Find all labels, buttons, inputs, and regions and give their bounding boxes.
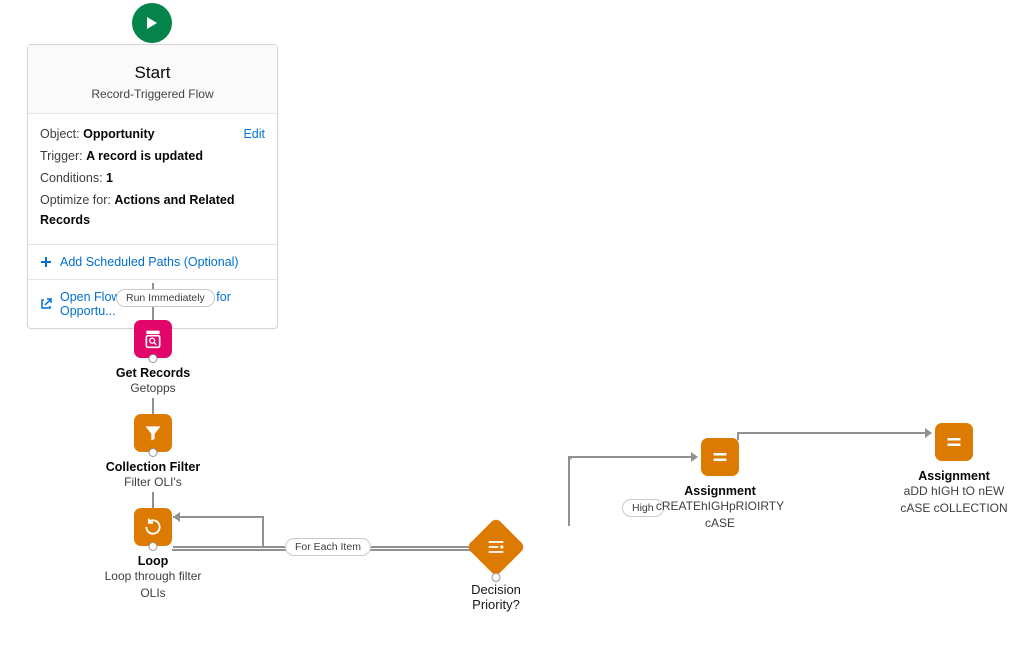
connector-getrecords-to-filter <box>152 398 154 414</box>
node-port <box>149 542 158 551</box>
decision-icon <box>486 537 506 557</box>
arrow-back-to-loop <box>173 512 180 522</box>
equals-icon <box>943 431 965 453</box>
optimize-label: Optimize for: <box>40 193 111 207</box>
decision-title: Decision <box>466 582 526 597</box>
object-label: Object: <box>40 127 80 141</box>
start-card-header: Start Record-Triggered Flow <box>28 45 277 114</box>
add-scheduled-paths-label: Add Scheduled Paths (Optional) <box>60 255 239 269</box>
assignment-2-sub1: aDD hIGH tO nEW <box>894 484 1014 500</box>
assignment-2-icon-box <box>935 423 973 461</box>
for-each-item-pill: For Each Item <box>285 538 371 556</box>
object-value: Opportunity <box>83 127 155 141</box>
collection-filter-title: Collection Filter <box>101 460 205 474</box>
connector-back-to-loop <box>173 516 263 518</box>
assignment-1-sub2: cASE <box>655 516 785 532</box>
collection-filter-node[interactable]: Collection Filter Filter OLI's <box>101 414 205 491</box>
collection-filter-icon <box>134 414 172 452</box>
assignment-1-title: Assignment <box>655 484 785 498</box>
decision-diamond <box>466 517 525 576</box>
connector-back-v <box>262 516 264 546</box>
assignment-2-node[interactable]: Assignment aDD hIGH tO nEW cASE cOLLECTI… <box>894 423 1014 516</box>
connector-a1-up-h1 <box>737 432 817 434</box>
decision-sub: Priority? <box>466 597 526 612</box>
get-records-icon <box>134 320 172 358</box>
connector-filter-to-loop <box>152 492 154 508</box>
start-play-button[interactable] <box>132 3 172 43</box>
loop-icon-box <box>134 508 172 546</box>
start-subtitle: Record-Triggered Flow <box>38 87 267 101</box>
collection-filter-sub: Filter OLI's <box>101 475 205 491</box>
loop-title: Loop <box>97 554 209 568</box>
edit-link[interactable]: Edit <box>243 124 265 144</box>
assignment-2-title: Assignment <box>894 469 1014 483</box>
conditions-value: 1 <box>106 171 113 185</box>
connector-decision-up <box>568 456 570 526</box>
assignment-1-node[interactable]: Assignment cREATEhIGHpRIOIRTY cASE <box>655 438 785 531</box>
loop-node[interactable]: Loop Loop through filter OLIs <box>97 508 209 601</box>
assignment-2-sub2: cASE cOLLECTION <box>894 501 1014 517</box>
loop-sub1: Loop through filter <box>97 569 209 585</box>
trigger-label: Trigger: <box>40 149 83 163</box>
get-records-title: Get Records <box>109 366 197 380</box>
plus-icon <box>40 256 52 268</box>
node-port <box>149 354 158 363</box>
play-icon <box>144 15 160 31</box>
run-immediately-pill: Run Immediately <box>116 289 215 307</box>
external-link-icon <box>40 298 52 310</box>
assignment-1-sub1: cREATEhIGHpRIOIRTY <box>655 499 785 515</box>
loop-sub2: OLIs <box>97 586 209 602</box>
get-records-node[interactable]: Get Records Getopps <box>109 320 197 397</box>
start-title: Start <box>38 63 267 83</box>
start-card-body: Edit Object: Opportunity Trigger: A reco… <box>28 114 277 245</box>
get-records-sub: Getopps <box>109 381 197 397</box>
decision-node[interactable]: Decision Priority? <box>466 526 526 612</box>
conditions-label: Conditions: <box>40 171 103 185</box>
trigger-value: A record is updated <box>86 149 203 163</box>
add-scheduled-paths-link[interactable]: Add Scheduled Paths (Optional) <box>28 245 277 280</box>
node-port <box>149 448 158 457</box>
filter-icon <box>143 423 163 443</box>
corner-decision <box>568 456 578 466</box>
assignment-1-icon-box <box>701 438 739 476</box>
lookup-icon <box>143 329 163 349</box>
equals-icon <box>709 446 731 468</box>
loop-icon <box>143 517 163 537</box>
